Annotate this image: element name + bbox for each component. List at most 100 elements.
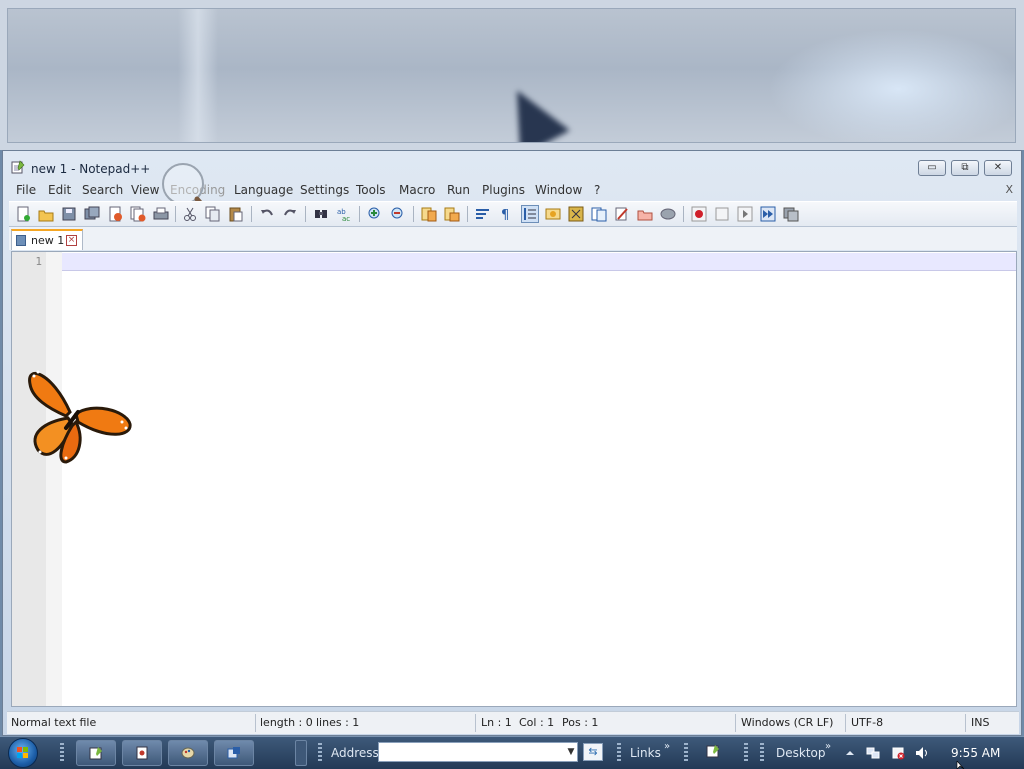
undo-icon[interactable] [259,206,275,222]
menu-view[interactable]: View [131,183,159,197]
taskbar-app-button[interactable] [168,740,208,766]
menu-macro[interactable]: Macro [399,183,435,197]
show-all-chars-icon[interactable]: ¶ [498,206,514,222]
toolbar-separator [305,206,306,222]
notepad-app-icon [89,747,102,760]
save-icon[interactable] [61,206,77,222]
taskbar-app-button[interactable] [214,740,254,766]
show-hidden-icons-icon[interactable] [845,748,855,758]
fold-margin[interactable] [46,252,62,706]
address-go-button[interactable]: ⇆ [583,743,603,761]
title-bar[interactable]: new 1 - Notepad++ ▭ ⧉ ✕ [3,151,1021,181]
close-document-button[interactable]: X [1005,183,1013,196]
cut-icon[interactable] [182,206,198,222]
toolbar-grip[interactable] [744,743,748,763]
taskbar-scroll-buttons[interactable] [295,740,307,766]
play-macro-icon[interactable] [737,206,753,222]
monitoring-icon[interactable] [637,206,653,222]
desktop-background [0,0,1024,150]
zoom-in-icon[interactable] [367,206,383,222]
save-all-icon[interactable] [84,206,100,222]
folder-workspace-icon[interactable] [614,206,630,222]
tab-close-icon[interactable]: × [66,235,77,246]
save-macro-icon[interactable] [783,206,799,222]
line-number: 1 [35,255,42,268]
menu-search[interactable]: Search [82,183,123,197]
quick-launch-notepad-icon[interactable] [706,744,720,758]
status-position: Pos : 1 [562,716,599,729]
speech-bubble-icon[interactable] [660,206,676,222]
toolbar-grip[interactable] [684,743,688,763]
redo-icon[interactable] [282,206,298,222]
editor-area[interactable]: 1 [11,251,1017,707]
print-icon[interactable] [153,206,169,222]
paste-icon[interactable] [228,206,244,222]
menu-language[interactable]: Language [234,183,293,197]
menu-plugins[interactable]: Plugins [482,183,525,197]
toolbar-grip[interactable] [60,743,64,763]
copy-icon[interactable] [205,206,221,222]
start-button[interactable] [8,738,38,768]
zoom-out-icon[interactable] [390,206,406,222]
system-clock[interactable]: 9:55 AM [951,746,1000,760]
address-input[interactable] [378,742,578,762]
action-center-icon[interactable] [891,746,905,760]
line-number-gutter: 1 [12,252,46,706]
menu-run[interactable]: Run [447,183,470,197]
links-chevron-icon[interactable]: » [664,741,670,752]
taskbar-notepad-button[interactable] [76,740,116,766]
menu-file[interactable]: File [16,183,36,197]
windows-logo-icon [17,747,28,758]
toolbar-grip[interactable] [318,743,322,763]
status-line: Ln : 1 [481,716,512,729]
function-list-icon[interactable] [591,206,607,222]
notepad-plus-plus-window: new 1 - Notepad++ ▭ ⧉ ✕ File Edit Search… [2,150,1022,736]
toolbar-grip[interactable] [760,743,764,763]
toolbar-grip[interactable] [617,743,621,763]
status-eol[interactable]: Windows (CR LF) [741,716,833,729]
links-toolbar-label[interactable]: Links [630,746,661,760]
replace-icon[interactable]: abac [336,206,352,222]
status-encoding[interactable]: UTF-8 [851,716,883,729]
menu-help[interactable]: ? [594,183,600,197]
open-file-icon[interactable] [38,206,54,222]
sync-v-icon[interactable] [421,206,437,222]
restore-button[interactable]: ⧉ [951,160,979,176]
new-file-icon[interactable] [15,206,31,222]
current-line-highlight[interactable] [62,253,1016,271]
udl-icon[interactable] [545,206,561,222]
status-insert-mode[interactable]: INS [971,716,989,729]
toolbar-separator [467,206,468,222]
run-multiple-macro-icon[interactable] [760,206,776,222]
network-icon[interactable] [866,746,880,760]
menu-settings[interactable]: Settings [300,183,349,197]
volume-icon[interactable] [915,746,929,760]
doc-map-icon[interactable] [568,206,584,222]
sync-h-icon[interactable] [444,206,460,222]
indent-guide-icon[interactable] [521,205,539,223]
find-icon[interactable] [313,206,329,222]
status-lines: lines : 1 [316,716,360,729]
address-dropdown-icon[interactable]: ▼ [564,742,578,762]
stop-macro-icon[interactable] [714,206,730,222]
tab-bar: new 1 × [9,227,1017,250]
word-wrap-icon[interactable] [475,206,491,222]
minimize-button[interactable]: ▭ [918,160,946,176]
menu-edit[interactable]: Edit [48,183,71,197]
taskbar: Address ▼ ⇆ Links » Desktop » 9:55 AM [0,736,1024,769]
toolbar-separator [251,206,252,222]
record-macro-icon[interactable] [691,206,707,222]
close-button[interactable]: ✕ [984,160,1012,176]
close-icon[interactable] [107,206,123,222]
toolbar-separator [175,206,176,222]
menu-window[interactable]: Window [535,183,582,197]
window-preview-thumbnail [7,8,1016,143]
menu-tools[interactable]: Tools [356,183,386,197]
desktop-toolbar-label[interactable]: Desktop [776,746,826,760]
media-app-icon [136,746,148,760]
tab-new-1[interactable]: new 1 × [11,229,83,250]
address-label: Address [331,746,379,760]
desktop-chevron-icon[interactable]: » [825,741,831,752]
close-all-icon[interactable] [130,206,146,222]
taskbar-app-button[interactable] [122,740,162,766]
